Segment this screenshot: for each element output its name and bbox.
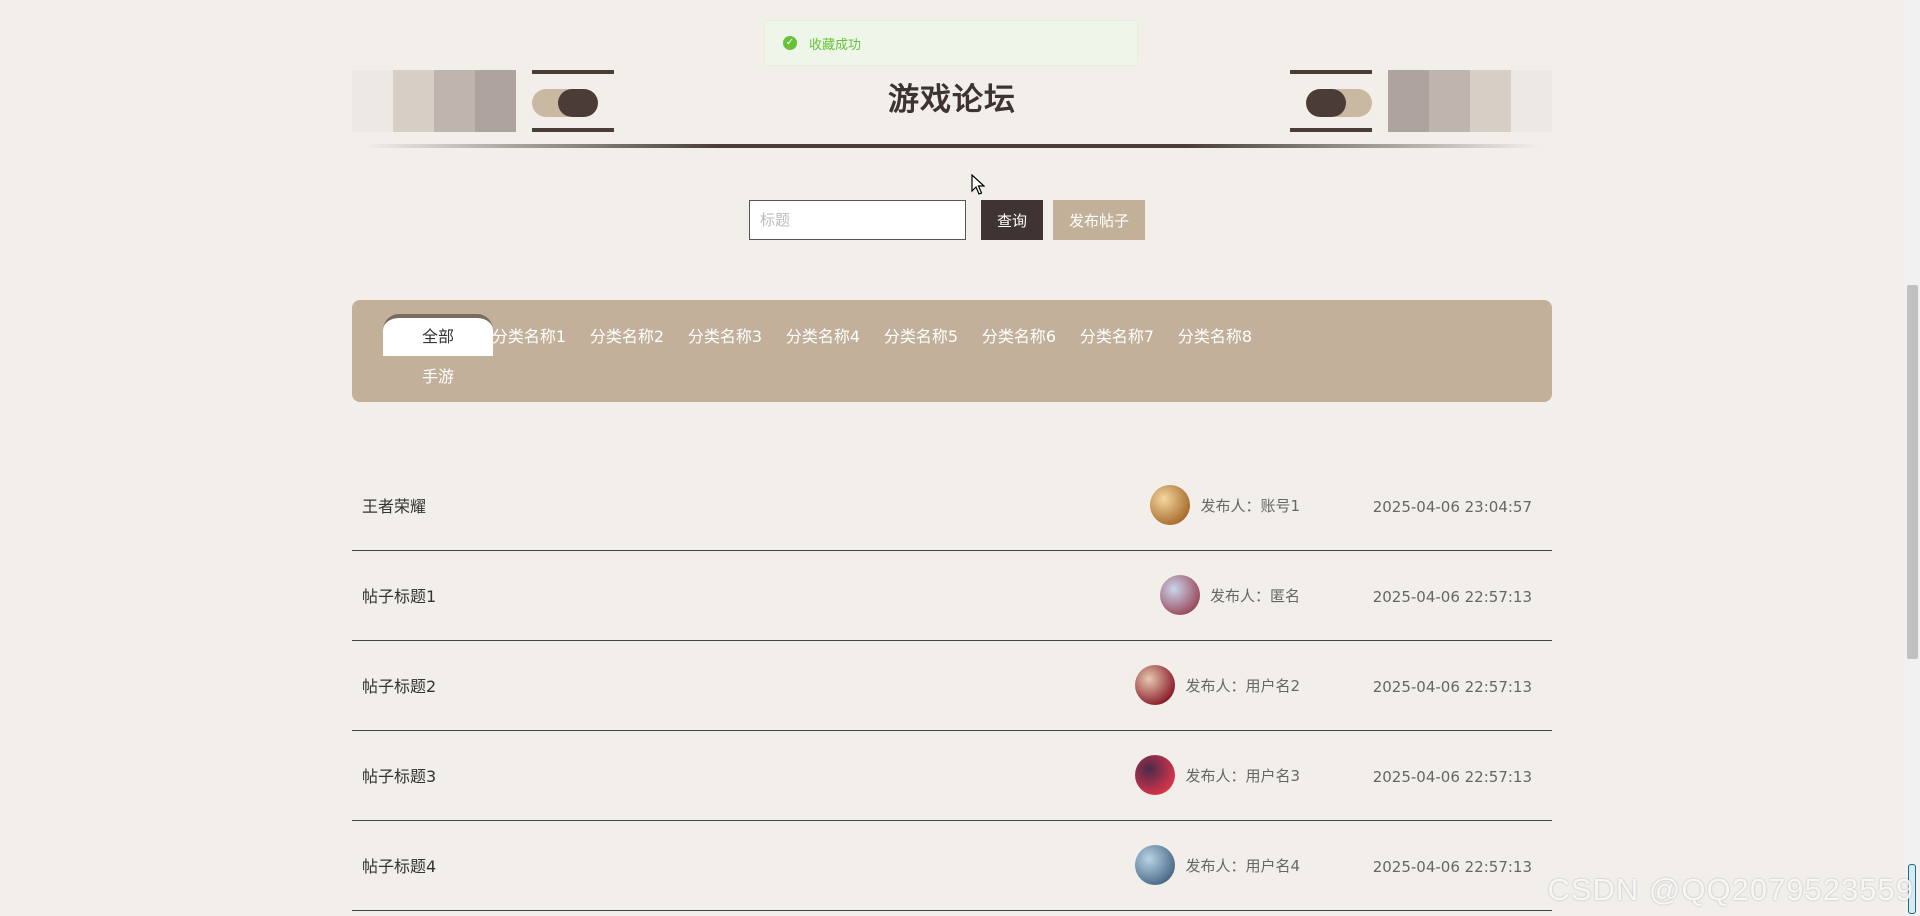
check-circle-icon: ✓ (783, 36, 797, 50)
toast-message: 收藏成功 (809, 37, 862, 53)
post-row[interactable]: 帖子标题4 发布人：用户名4 2025-04-06 22:57:13 (352, 821, 1552, 911)
success-toast: ✓ 收藏成功 (764, 20, 1138, 66)
post-author: 发布人：账号1 (1150, 485, 1300, 525)
author-label: 发布人：用户名3 (1185, 766, 1300, 785)
tab-category[interactable]: 分类名称7 (1062, 316, 1172, 358)
author-label: 发布人：用户名2 (1185, 676, 1300, 695)
post-title[interactable]: 帖子标题4 (362, 821, 436, 913)
avatar (1135, 755, 1176, 795)
search-input[interactable] (749, 200, 966, 240)
post-row[interactable]: 帖子标题2 发布人：用户名2 2025-04-06 22:57:13 (352, 641, 1552, 731)
header-divider (364, 144, 1540, 148)
header-decoration-right (1274, 70, 1552, 132)
watermark: CSDN @QQ2079523559 (1547, 872, 1914, 907)
color-block (1388, 70, 1429, 132)
post-row[interactable]: 帖子标题3 发布人：用户名3 2025-04-06 22:57:13 (352, 731, 1552, 821)
avatar (1159, 575, 1200, 615)
avatar (1135, 665, 1176, 705)
publish-post-button[interactable]: 发布帖子 (1053, 200, 1145, 240)
post-author: 发布人：用户名2 (1135, 665, 1300, 705)
post-row[interactable]: 王者荣耀 发布人：账号1 2025-04-06 23:04:57 (352, 461, 1552, 551)
avatar (1150, 485, 1191, 525)
color-block (1429, 70, 1470, 132)
pill-decoration (1290, 70, 1372, 132)
post-time: 2025-04-06 23:04:57 (1372, 498, 1532, 516)
author-label: 发布人：匿名 (1209, 586, 1300, 605)
tab-category[interactable]: 分类名称5 (866, 316, 976, 358)
post-row[interactable]: 帖子标题1 发布人：匿名 2025-04-06 22:57:13 (352, 551, 1552, 641)
author-label: 发布人：账号1 (1200, 496, 1300, 515)
color-block (1470, 70, 1511, 132)
color-block (1511, 70, 1552, 132)
scrollbar[interactable] (1905, 0, 1920, 916)
tab-category[interactable]: 分类名称6 (964, 316, 1074, 358)
tab-category[interactable]: 分类名称2 (572, 316, 682, 358)
tab-category[interactable]: 分类名称8 (1160, 316, 1270, 358)
post-author: 发布人：匿名 (1159, 575, 1300, 615)
tab-category[interactable]: 手游 (383, 356, 493, 398)
post-time: 2025-04-06 22:57:13 (1372, 768, 1532, 786)
query-button[interactable]: 查询 (981, 200, 1043, 240)
post-title[interactable]: 帖子标题1 (362, 551, 436, 643)
avatar (1135, 845, 1176, 885)
post-author: 发布人：用户名3 (1135, 755, 1300, 795)
tab-category[interactable]: 分类名称1 (474, 316, 584, 358)
post-time: 2025-04-06 22:57:13 (1372, 678, 1532, 696)
post-time: 2025-04-06 22:57:13 (1372, 588, 1532, 606)
site-header: 游戏论坛 (352, 70, 1552, 152)
tab-category[interactable]: 分类名称3 (670, 316, 780, 358)
mouse-cursor-icon (971, 174, 985, 195)
post-title[interactable]: 帖子标题3 (362, 731, 436, 823)
scrollbar-thumb[interactable] (1907, 285, 1918, 659)
tab-category[interactable]: 分类名称4 (768, 316, 878, 358)
category-tabs: 全部 分类名称1 分类名称2 分类名称3 分类名称4 分类名称5 分类名称6 分类名称7 分类名… (352, 300, 1552, 402)
post-title[interactable]: 王者荣耀 (362, 461, 426, 553)
author-label: 发布人：用户名4 (1185, 856, 1300, 875)
post-time: 2025-04-06 22:57:13 (1372, 858, 1532, 876)
post-author: 发布人：用户名4 (1135, 845, 1300, 885)
post-list: 王者荣耀 发布人：账号1 2025-04-06 23:04:57 帖子标题1 发布人：匿… (352, 461, 1552, 911)
post-title[interactable]: 帖子标题2 (362, 641, 436, 733)
